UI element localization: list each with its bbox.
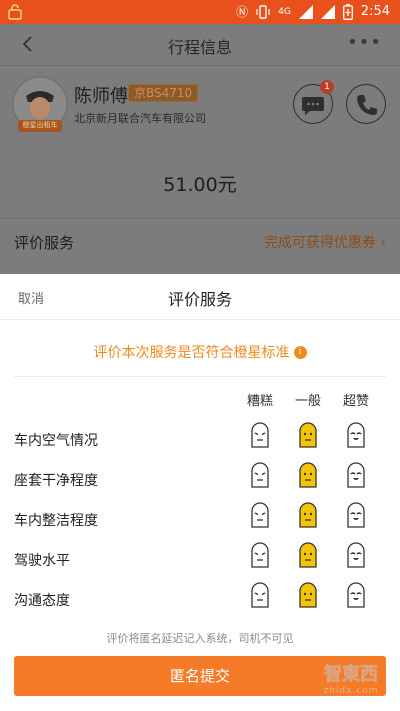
call-button[interactable] (346, 84, 386, 124)
face-bad-icon[interactable] (249, 422, 271, 448)
more-icon[interactable]: ••• (347, 32, 382, 53)
column-bad: 糟糕 (246, 394, 273, 409)
sheet-header: 取消 评价服务 (0, 274, 400, 320)
clock: 2:54 (360, 4, 390, 19)
face-average-icon[interactable] (297, 542, 319, 568)
rating-row: 车内空气情况 (0, 422, 400, 462)
column-average: 一般 (294, 394, 321, 409)
face-bad-icon[interactable] (249, 462, 271, 488)
divider (0, 218, 400, 219)
watermark-subtext: zhidx.com (323, 686, 379, 696)
face-bad-icon[interactable] (249, 542, 271, 568)
rating-row: 驾驶水平 (0, 542, 400, 582)
page-title: 行程信息 (167, 38, 232, 57)
face-great-icon[interactable] (345, 422, 367, 448)
face-average-icon[interactable] (297, 582, 319, 608)
face-great-icon[interactable] (345, 502, 367, 528)
face-great-icon[interactable] (345, 462, 367, 488)
rating-row-label: 座套干净程度 (14, 473, 98, 489)
nav-bar: 行程信息 ••• (0, 24, 400, 66)
column-great: 超赞 (342, 394, 369, 409)
rating-row-label: 车内空气情况 (14, 433, 98, 449)
rating-entry-label: 评价服务 (14, 234, 75, 252)
face-great-icon[interactable] (345, 582, 367, 608)
face-average-icon[interactable] (297, 422, 319, 448)
face-bad-icon[interactable] (249, 502, 271, 528)
rating-row-label: 驾驶水平 (14, 553, 70, 569)
lock-app-icon (8, 4, 22, 20)
network-type: 4G (278, 7, 291, 17)
driver-company: 北京新月联合汽车有限公司 (74, 112, 206, 125)
anonymous-note: 评价将匿名延迟记入系统，司机不可见 (106, 632, 294, 645)
license-plate: 京BS4710 (128, 84, 199, 102)
rating-row: 座套干净程度 (0, 462, 400, 502)
rating-promo-link[interactable]: 完成可获得优惠券 › (264, 232, 386, 252)
face-bad-icon[interactable] (249, 582, 271, 608)
face-average-icon[interactable] (297, 462, 319, 488)
rating-row-label: 车内整洁程度 (14, 513, 98, 529)
battery-icon (342, 4, 353, 20)
driver-name: 陈师傅 (74, 86, 128, 107)
nfc-icon: Ⓝ (236, 5, 249, 19)
rating-sheet: 取消 评价服务 评价本次服务是否符合橙星标准 i 糟糕 一般 超赞 车内空气情况… (0, 274, 400, 711)
rating-row-label: 沟通态度 (14, 593, 70, 609)
trip-info-screen-dimmed: 行程信息 ••• 橙星出租车 陈师傅 京BS4710 北京新月联合汽车有限公司 … (0, 24, 400, 274)
rating-row: 车内整洁程度 (0, 502, 400, 542)
avatar-badge: 橙星出租车 (22, 121, 58, 129)
face-great-icon[interactable] (345, 542, 367, 568)
question-text: 评价本次服务是否符合橙星标准 (93, 345, 290, 361)
watermark-text: 智東西 (324, 664, 379, 686)
info-icon[interactable]: i (293, 345, 307, 359)
phone-icon (356, 94, 377, 115)
watermark-logo: 智東西 zhidx.com (316, 660, 386, 700)
trip-fare: 51.00元 (163, 174, 237, 196)
sheet-title: 评价服务 (167, 290, 232, 309)
driver-card: 橙星出租车 陈师傅 京BS4710 北京新月联合汽车有限公司 1 (0, 68, 400, 144)
divider (14, 376, 386, 377)
signal-icon (298, 5, 313, 19)
rating-row: 沟通态度 (0, 582, 400, 622)
face-average-icon[interactable] (297, 502, 319, 528)
rating-question: 评价本次服务是否符合橙星标准 i (0, 342, 400, 362)
status-bar: Ⓝ 4G 2:54 (0, 0, 400, 24)
vibrate-icon (256, 5, 270, 19)
unread-badge: 1 (320, 80, 334, 94)
signal-icon-2 (320, 5, 335, 19)
